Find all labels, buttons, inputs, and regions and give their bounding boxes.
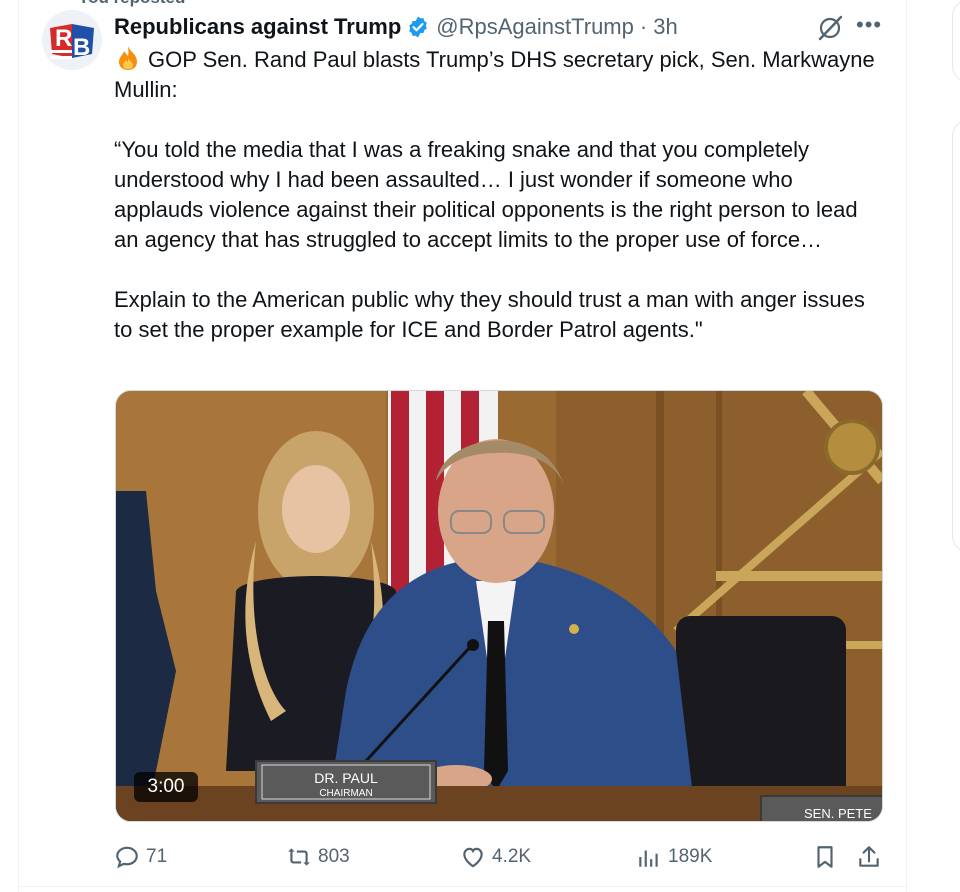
- reply-button[interactable]: 71: [114, 842, 167, 872]
- more-options-icon[interactable]: •••: [856, 12, 882, 38]
- analytics-icon: [639, 850, 658, 867]
- views-count: 189K: [668, 846, 713, 867]
- author-handle[interactable]: @RpsAgainstTrump: [436, 14, 634, 40]
- author-name[interactable]: Republicans against Trump: [114, 14, 401, 40]
- video-player[interactable]: DR. PAUL CHAIRMAN SEN. PETE: [115, 390, 883, 822]
- like-button[interactable]: 4.2K: [460, 842, 531, 872]
- nameplate-title: CHAIRMAN: [319, 788, 372, 799]
- video-thumbnail: DR. PAUL CHAIRMAN SEN. PETE: [116, 391, 882, 821]
- repost-count: 803: [318, 846, 350, 867]
- tweet-text: GOP Sen. Rand Paul blasts Trump’s DHS se…: [114, 47, 875, 342]
- tweet-time[interactable]: 3h: [653, 14, 677, 40]
- timeline-border-right: [906, 0, 907, 892]
- share-button[interactable]: [856, 842, 888, 872]
- reply-icon: [116, 846, 138, 869]
- nameplate-name: DR. PAUL: [314, 770, 378, 786]
- reposted-banner: You reposted: [78, 0, 185, 8]
- heart-icon: [463, 847, 483, 868]
- repost-icon: [288, 848, 310, 866]
- bookmark-button[interactable]: [812, 842, 844, 872]
- header-separator: ·: [639, 14, 648, 39]
- reply-count: 71: [146, 846, 168, 867]
- views-button[interactable]: 189K: [636, 842, 712, 872]
- nameplate-right: SEN. PETE: [804, 806, 872, 821]
- avatar-letter-b: B: [73, 34, 90, 61]
- fire-emoji-icon: [119, 46, 137, 70]
- tweet-body: GOP Sen. Rand Paul blasts Trump’s DHS se…: [114, 44, 884, 345]
- grok-icon[interactable]: [816, 14, 844, 42]
- bookmark-icon: [817, 846, 833, 868]
- author-avatar[interactable]: R B: [42, 10, 102, 70]
- repost-button[interactable]: 803: [286, 842, 350, 872]
- share-icon: [859, 846, 879, 867]
- sidebar-card-top: [952, 0, 960, 82]
- tweet-actions: 71 803 4.2K 189K: [114, 842, 884, 872]
- tweet-divider: [18, 886, 907, 887]
- avatar-letter-r: R: [55, 25, 72, 52]
- tweet-header: Republicans against Trump @RpsAgainstTru…: [114, 12, 678, 42]
- verified-badge-icon[interactable]: [406, 15, 430, 39]
- sidebar-card: [952, 120, 960, 552]
- video-duration: 3:00: [134, 772, 198, 802]
- like-count: 4.2K: [492, 846, 532, 867]
- timeline-border-left: [18, 0, 19, 892]
